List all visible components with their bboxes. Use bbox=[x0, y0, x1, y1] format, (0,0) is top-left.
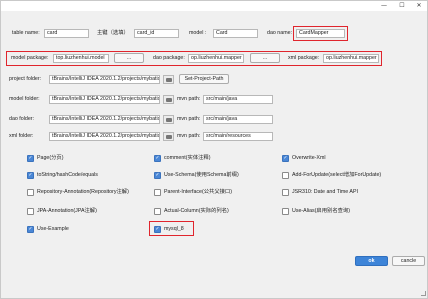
model-package-browse-button[interactable]: ... bbox=[114, 53, 144, 63]
primary-key-input[interactable]: card_id bbox=[134, 29, 179, 38]
folder-icon[interactable] bbox=[163, 95, 174, 104]
project-folder-label: project folder: bbox=[9, 76, 42, 82]
option-label: Overwrite-Xml bbox=[292, 155, 326, 161]
model-input[interactable]: Card bbox=[213, 29, 258, 38]
model-label: model : bbox=[189, 30, 207, 36]
model-folder-label: model folder: bbox=[9, 96, 40, 102]
xml-folder-label: xml folder: bbox=[9, 133, 34, 139]
close-icon[interactable]: ✕ bbox=[412, 2, 426, 10]
option-label: Use-Example bbox=[37, 226, 69, 232]
check-icon: ✓ bbox=[154, 172, 161, 179]
minimize-icon[interactable]: — bbox=[377, 2, 391, 10]
option-label: Parent-Interface(公共父接口) bbox=[164, 189, 232, 195]
option-label: Actual-Column(实际的列名) bbox=[164, 208, 229, 214]
check-icon: ✓ bbox=[27, 155, 34, 162]
model-mvn-path-label: mvn path: bbox=[177, 96, 201, 102]
folder-icon[interactable] bbox=[163, 132, 174, 141]
dao-folder-input[interactable]: tBrains/IntelliJ IDEA 2020.1.2/projects/… bbox=[49, 115, 160, 124]
option-label: Use-Schema(使用Schema前缀) bbox=[164, 172, 239, 178]
option-label: Add-ForUpdate(select增加ForUpdate) bbox=[292, 172, 382, 178]
model-package-label: model package: bbox=[11, 55, 49, 61]
set-project-path-button[interactable]: Set-Project-Path bbox=[179, 74, 229, 84]
maximize-icon[interactable]: ☐ bbox=[395, 2, 409, 10]
check-icon: ✓ bbox=[27, 226, 34, 233]
dao-name-highlight bbox=[293, 26, 348, 41]
model-folder-input[interactable]: tBrains/IntelliJ IDEA 2020.1.2/projects/… bbox=[49, 95, 160, 104]
option-label: JSR310: Date and Time API bbox=[292, 189, 358, 195]
dao-folder-label: dao folder: bbox=[9, 116, 35, 122]
option-label: Page(分页) bbox=[37, 155, 64, 161]
model-mvn-path-input[interactable]: src/main/java bbox=[203, 95, 273, 104]
option-label: toString/hashCode/equals bbox=[37, 172, 98, 178]
cancel-button[interactable]: cancle bbox=[392, 256, 425, 266]
dao-package-browse-button[interactable]: ... bbox=[250, 53, 280, 63]
code-generator-dialog: — ☐ ✕ table name: card 主键（选填） card_id mo… bbox=[0, 0, 428, 299]
xml-folder-input[interactable]: tBrains/IntelliJ IDEA 2020.1.2/projects/… bbox=[49, 132, 160, 141]
option-label: Use-Alias(启用别名查询) bbox=[292, 208, 350, 214]
dao-mvn-path-input[interactable]: src/main/java bbox=[203, 115, 273, 124]
project-folder-input[interactable]: tBrains/IntelliJ IDEA 2020.1.2/projects/… bbox=[49, 75, 160, 84]
xml-package-label: xml package: bbox=[288, 55, 320, 61]
primary-key-label: 主键（选填） bbox=[97, 30, 129, 36]
mysql8-highlight bbox=[149, 221, 194, 236]
check-icon: ✓ bbox=[282, 155, 289, 162]
option-label: JPA-Annotation(JPA注解) bbox=[37, 208, 97, 214]
ok-button[interactable]: ok bbox=[355, 256, 388, 266]
dao-package-label: dao package: bbox=[153, 55, 185, 61]
dao-mvn-path-label: mvn path: bbox=[177, 116, 201, 122]
folder-icon[interactable] bbox=[163, 75, 174, 84]
model-package-input[interactable]: top.liuzhenhui.model bbox=[53, 54, 109, 63]
table-name-label: table name: bbox=[12, 30, 40, 36]
option-label: Repository-Annotation(Repository注解) bbox=[37, 189, 129, 195]
table-name-input[interactable]: card bbox=[44, 29, 89, 38]
folder-icon[interactable] bbox=[163, 115, 174, 124]
option-label: comment(实体注释) bbox=[164, 155, 211, 161]
dao-name-label: dao name: bbox=[267, 30, 293, 36]
xml-mvn-path-input[interactable]: src/main/resources bbox=[203, 132, 273, 141]
check-icon: ✓ bbox=[154, 155, 161, 162]
dao-package-input[interactable]: op.liuzhenhui.mapper bbox=[188, 54, 244, 63]
check-icon: ✓ bbox=[27, 172, 34, 179]
resize-grip-icon[interactable] bbox=[421, 291, 426, 296]
title-bar: — ☐ ✕ bbox=[1, 1, 427, 11]
xml-package-input[interactable]: op.liuzhenhui.mapper bbox=[323, 54, 379, 63]
xml-mvn-path-label: mvn path: bbox=[177, 133, 201, 139]
